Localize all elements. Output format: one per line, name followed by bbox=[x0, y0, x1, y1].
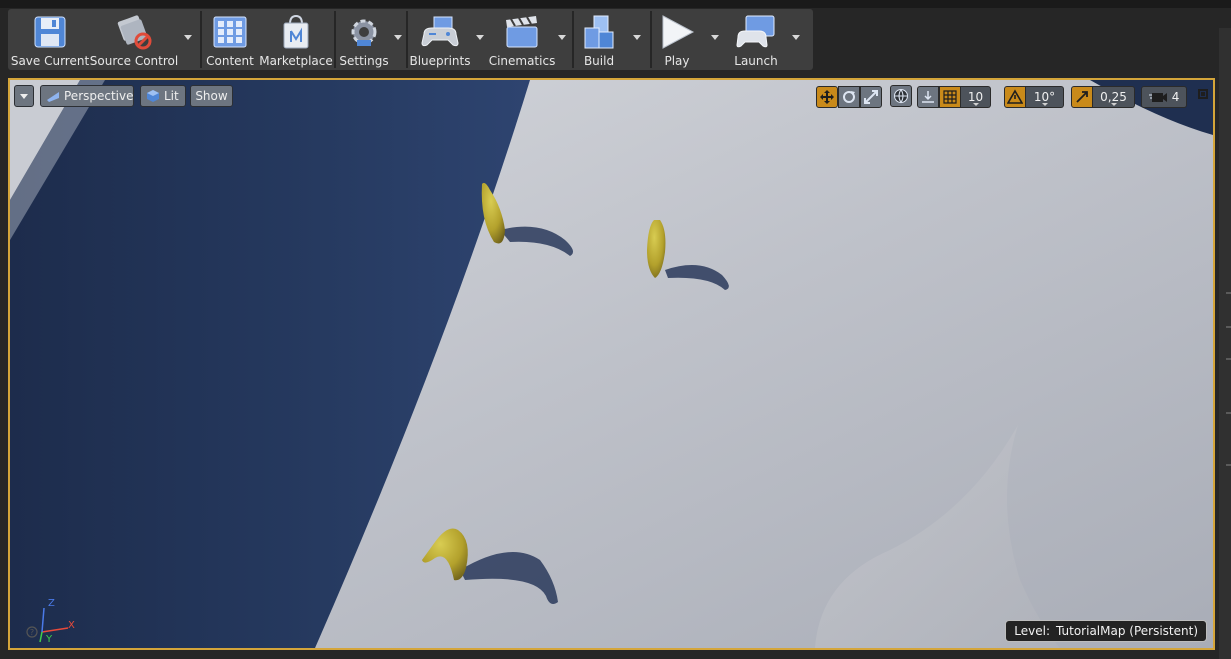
source-control-label: Source Control bbox=[89, 54, 179, 68]
y-axis-label: Y bbox=[46, 634, 53, 645]
panel-edge-mark bbox=[1226, 412, 1231, 414]
clapperboard-icon bbox=[500, 12, 544, 52]
details-panel-edge bbox=[1219, 28, 1231, 659]
settings-dropdown[interactable] bbox=[394, 35, 402, 40]
globe-icon bbox=[894, 89, 908, 104]
lit-label: Lit bbox=[164, 89, 179, 103]
grid-snap-value[interactable]: 10 bbox=[961, 85, 991, 108]
save-current-label: Save Current bbox=[10, 54, 90, 68]
grid-snap-group: 10 bbox=[917, 85, 991, 108]
build-button[interactable]: Build bbox=[574, 9, 624, 70]
gear-icon bbox=[342, 12, 386, 52]
play-dropdown[interactable] bbox=[711, 35, 719, 40]
floppy-disk-icon bbox=[28, 12, 72, 52]
build-dropdown[interactable] bbox=[633, 35, 641, 40]
source-control-button[interactable]: Source Control bbox=[89, 9, 179, 70]
rotate-icon bbox=[843, 90, 855, 103]
x-axis-label: X bbox=[68, 620, 75, 631]
marketplace-button[interactable]: Marketplace bbox=[258, 9, 334, 70]
rotation-snap-group: 10° bbox=[1004, 85, 1064, 108]
grid-icon bbox=[943, 89, 957, 104]
play-label: Play bbox=[664, 54, 690, 68]
level-name: TutorialMap (Persistent) bbox=[1056, 624, 1198, 638]
scale-icon bbox=[864, 89, 878, 104]
camera-icon bbox=[1148, 92, 1167, 102]
play-button[interactable]: Play bbox=[652, 9, 702, 70]
cinematics-label: Cinematics bbox=[488, 54, 556, 68]
level-viewport[interactable]: Perspective Lit Show 10 10° 0,25 4 ? X Z… bbox=[8, 78, 1215, 650]
save-current-button[interactable]: Save Current bbox=[8, 9, 92, 70]
settings-label: Settings bbox=[339, 54, 389, 68]
gamepad-icon bbox=[418, 12, 462, 52]
blueprints-label: Blueprints bbox=[409, 54, 471, 68]
maximize-viewport-button[interactable] bbox=[1198, 89, 1208, 99]
panel-edge-mark bbox=[1226, 464, 1231, 466]
rotation-snap-toggle[interactable] bbox=[1004, 85, 1026, 108]
perspective-label: Perspective bbox=[64, 89, 134, 103]
shopping-bag-icon bbox=[274, 12, 318, 52]
settings-button[interactable]: Settings bbox=[336, 9, 392, 70]
lit-cube-icon bbox=[146, 89, 160, 103]
surface-snap-icon bbox=[922, 90, 934, 103]
rotate-tool-button[interactable] bbox=[838, 85, 860, 108]
cinematics-button[interactable]: Cinematics bbox=[488, 9, 556, 70]
show-label: Show bbox=[195, 89, 228, 103]
viewport-options-button[interactable] bbox=[14, 85, 34, 107]
blueprints-dropdown[interactable] bbox=[476, 35, 484, 40]
play-icon bbox=[655, 12, 699, 52]
build-blocks-icon bbox=[577, 12, 621, 52]
angle-icon bbox=[1007, 88, 1023, 104]
panel-edge-mark bbox=[1226, 358, 1231, 360]
grid-snap-toggle[interactable] bbox=[939, 85, 961, 108]
maximize-icon bbox=[1201, 92, 1205, 96]
scale-snap-group: 0,25 bbox=[1071, 85, 1135, 108]
main-toolbar: Save Current Source Control Content Mark… bbox=[8, 9, 813, 70]
move-arrows-icon bbox=[820, 89, 834, 104]
content-button[interactable]: Content bbox=[202, 9, 258, 70]
scale-snap-toggle[interactable] bbox=[1071, 85, 1093, 108]
z-axis-label: Z bbox=[48, 598, 55, 609]
build-label: Build bbox=[583, 54, 615, 68]
launch-button[interactable]: Launch bbox=[728, 9, 784, 70]
lit-button[interactable]: Lit bbox=[140, 85, 186, 107]
blueprints-button[interactable]: Blueprints bbox=[408, 9, 472, 70]
panel-edge-mark bbox=[1226, 326, 1231, 328]
camera-speed-group: 4 bbox=[1141, 85, 1187, 108]
surface-snap-button[interactable] bbox=[917, 85, 939, 108]
source-control-dropdown[interactable] bbox=[184, 35, 192, 40]
rotation-snap-value[interactable]: 10° bbox=[1026, 85, 1064, 108]
content-grid-icon bbox=[208, 12, 252, 52]
marketplace-label: Marketplace bbox=[259, 54, 333, 68]
translate-tool-button[interactable] bbox=[816, 85, 838, 108]
content-label: Content bbox=[206, 54, 254, 68]
scale-snap-value[interactable]: 0,25 bbox=[1093, 85, 1135, 108]
current-level-indicator: Level: TutorialMap (Persistent) bbox=[1005, 620, 1207, 642]
level-prefix: Level: bbox=[1014, 624, 1051, 638]
scale-tool-button[interactable] bbox=[860, 85, 882, 108]
cinematics-dropdown[interactable] bbox=[558, 35, 566, 40]
transform-tools bbox=[816, 85, 882, 108]
camera-speed-value: 4 bbox=[1171, 89, 1180, 104]
axis-gizmo: ? X Z Y bbox=[22, 594, 82, 645]
show-button[interactable]: Show bbox=[190, 85, 233, 107]
perspective-button[interactable]: Perspective bbox=[40, 85, 134, 107]
camera-speed-button[interactable]: 4 bbox=[1141, 85, 1187, 108]
title-strip bbox=[0, 0, 1231, 8]
chevron-down-icon bbox=[20, 93, 28, 99]
panel-edge-mark bbox=[1226, 292, 1231, 294]
launch-monitor-icon bbox=[734, 12, 778, 52]
scale-snap-icon bbox=[1076, 90, 1088, 103]
source-control-icon bbox=[112, 12, 156, 52]
perspective-icon bbox=[46, 89, 60, 103]
launch-dropdown[interactable] bbox=[792, 35, 800, 40]
scene-render[interactable] bbox=[10, 80, 1213, 648]
svg-text:?: ? bbox=[30, 628, 34, 637]
launch-label: Launch bbox=[734, 54, 778, 68]
world-local-toggle[interactable] bbox=[890, 85, 912, 107]
